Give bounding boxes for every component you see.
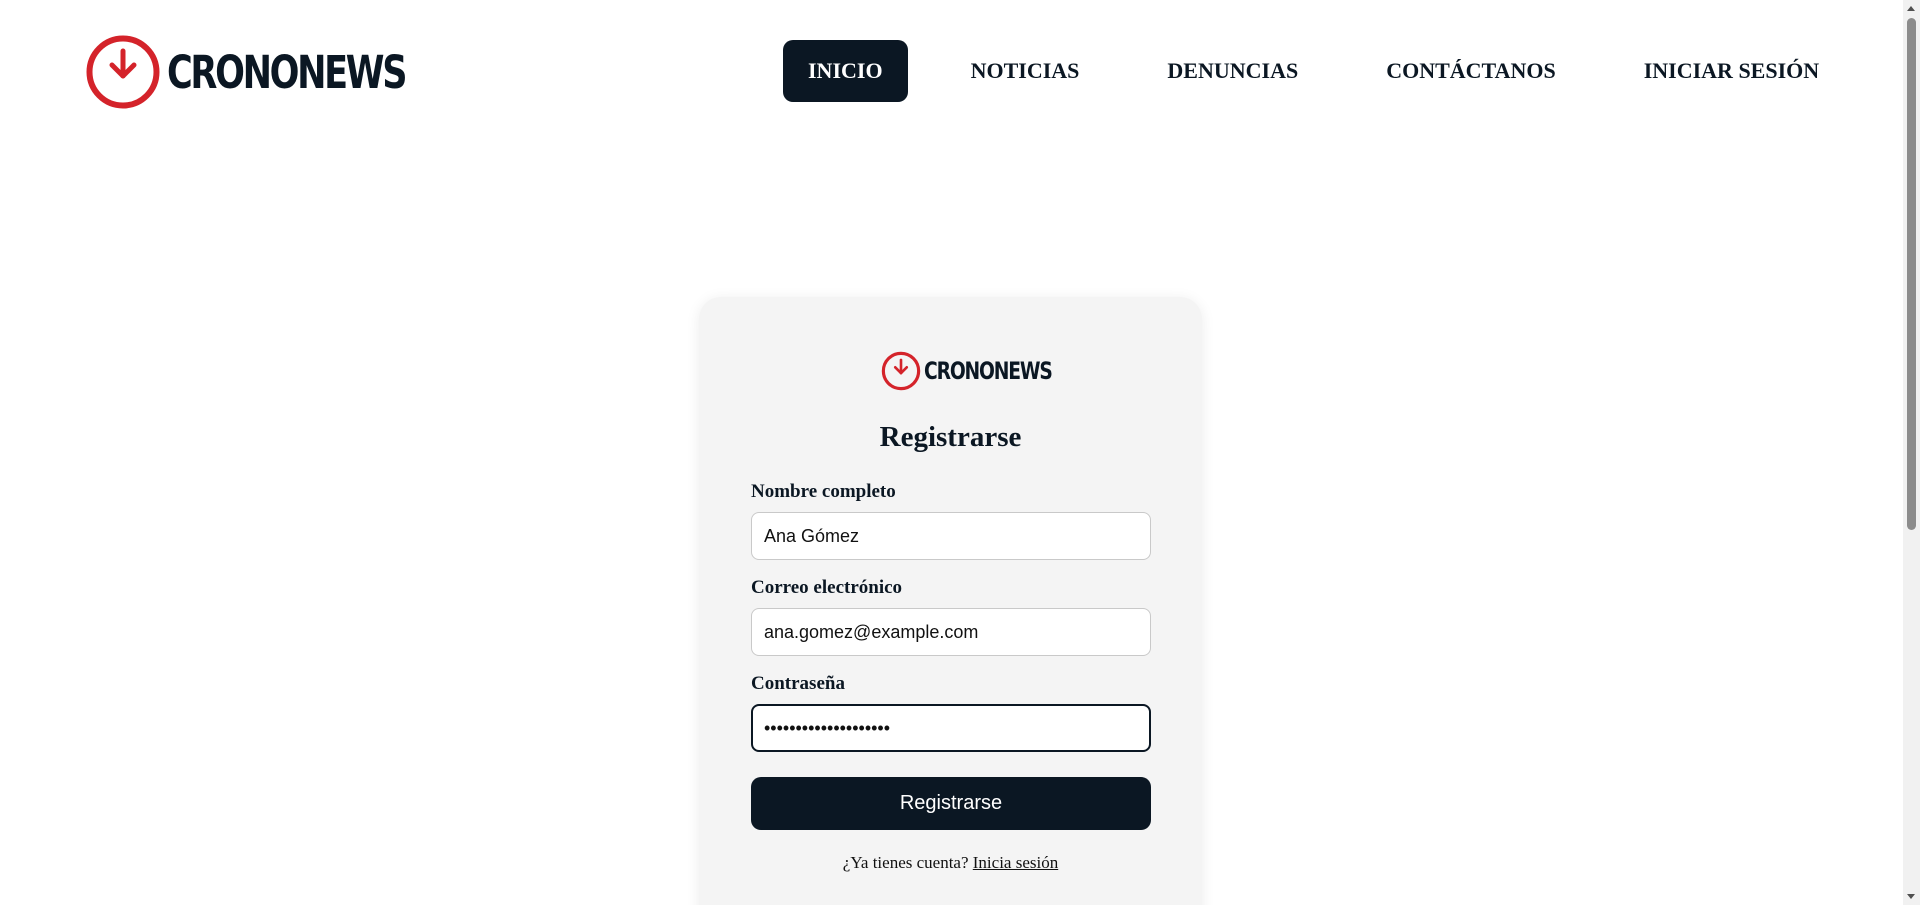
full-name-input[interactable] [751,512,1151,560]
password-label: Contraseña [751,673,845,694]
scroll-down-arrow-icon[interactable] [1907,894,1915,899]
login-link[interactable]: Inicia sesión [973,853,1058,872]
email-label: Correo electrónico [751,577,903,598]
logo-wordmark: CRONONEWS [167,45,407,99]
nav-item-denuncias[interactable]: DENUNCIAS [1142,40,1323,102]
login-prompt-line: ¿Ya tienes cuenta? Inicia sesión [699,853,1202,873]
nav-item-inicio[interactable]: INICIO [783,40,908,102]
register-button[interactable]: Registrarse [751,777,1151,830]
register-card: CRONONEWS Registrarse Nombre completo Co… [699,297,1202,905]
nav-item-noticias[interactable]: NOTICIAS [946,40,1105,102]
form-title: Registrarse [879,421,1022,453]
clock-arrow-down-icon [881,351,921,391]
site-header: CRONONEWS INICIO NOTICIAS DENUNCIAS CONT… [0,0,1903,145]
site-logo[interactable]: CRONONEWS [85,34,472,110]
card-logo: CRONONEWS [881,351,1088,391]
email-input[interactable] [751,608,1151,656]
scroll-thumb[interactable] [1907,18,1916,530]
clock-arrow-down-icon [86,35,160,109]
login-prompt-text: ¿Ya tienes cuenta? [842,853,969,872]
page: CRONONEWS INICIO NOTICIAS DENUNCIAS CONT… [0,0,1920,905]
page-scrollbar[interactable] [1903,0,1920,905]
card-logo-wordmark: CRONONEWS [924,357,1053,385]
nav-item-iniciar-sesion[interactable]: INICIAR SESIÓN [1619,40,1844,102]
nav-item-contactanos[interactable]: CONTÁCTANOS [1361,40,1581,102]
scroll-up-arrow-icon[interactable] [1907,6,1915,11]
main-nav: INICIO NOTICIAS DENUNCIAS CONTÁCTANOS IN… [783,40,1844,102]
password-input[interactable] [751,704,1151,752]
full-name-label: Nombre completo [751,481,896,502]
